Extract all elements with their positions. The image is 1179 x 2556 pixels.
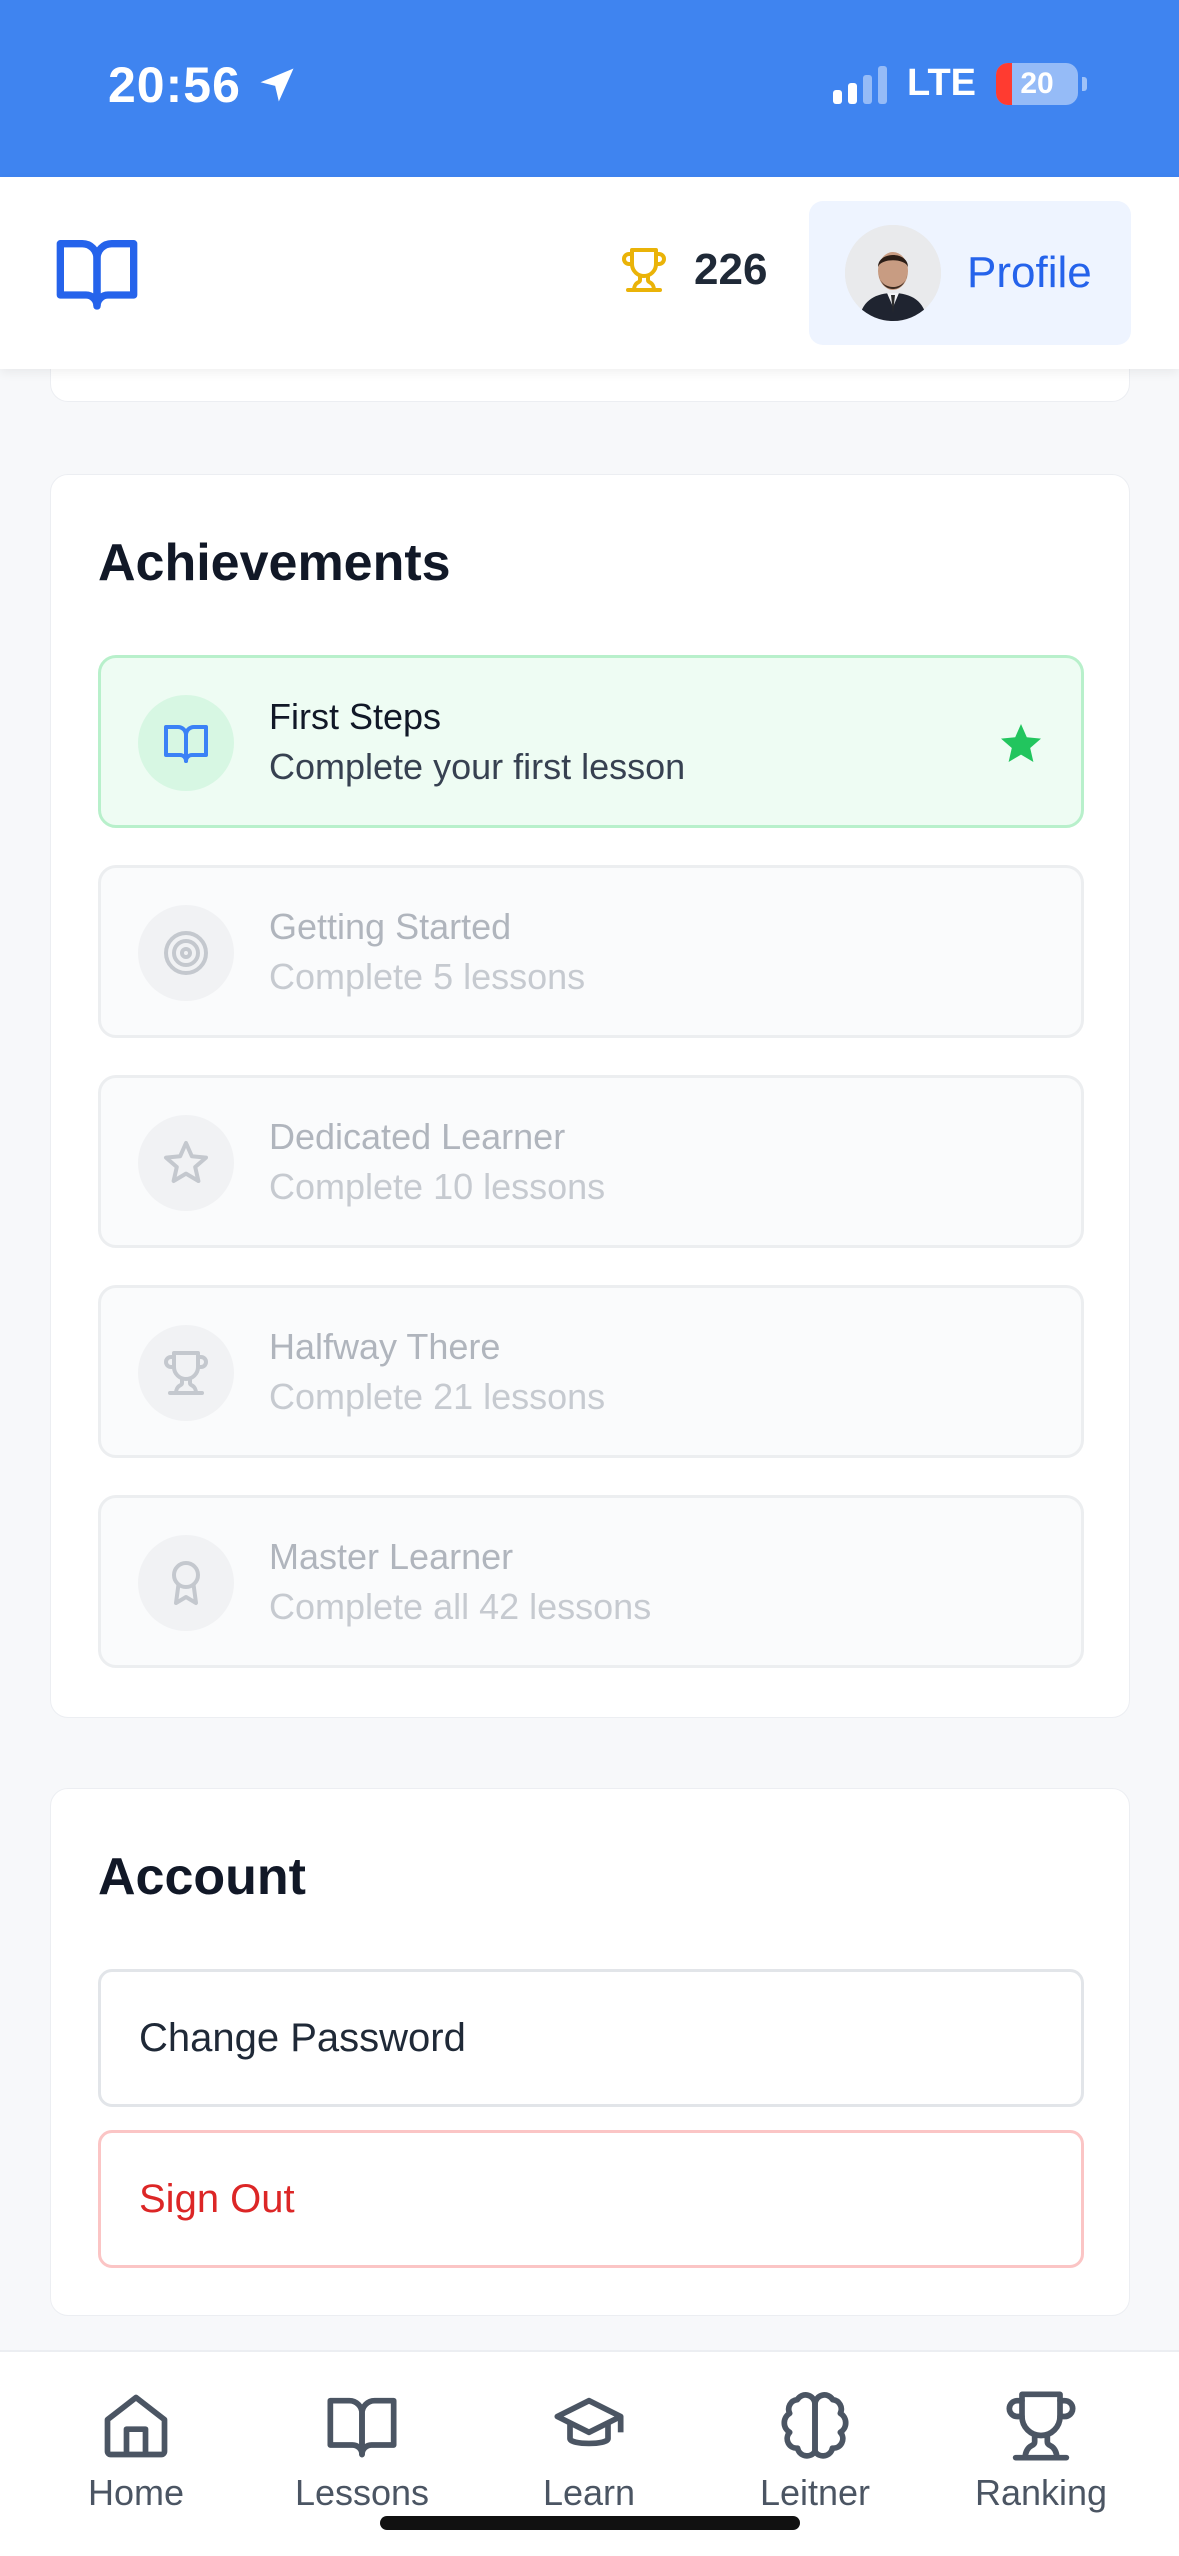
achievement-icon-badge — [138, 905, 234, 1001]
achievement-title: Dedicated Learner — [269, 1116, 566, 1157]
sign-out-button[interactable]: Sign Out — [98, 2130, 1084, 2268]
app-header: 226 Profile — [0, 177, 1179, 369]
signal-bars-icon — [833, 64, 888, 104]
achievement-item-first-steps: First Steps Complete your first lesson — [98, 655, 1084, 828]
achievement-description: Complete your first lesson — [269, 746, 686, 787]
achievement-title: Getting Started — [269, 906, 512, 947]
change-password-button[interactable]: Change Password — [98, 1969, 1084, 2107]
award-icon — [172, 1561, 200, 1605]
points-display: 226 — [620, 245, 767, 295]
star-filled-icon — [1001, 724, 1041, 762]
achievement-icon-badge — [138, 1115, 234, 1211]
achievement-icon-badge — [138, 1535, 234, 1631]
achievements-title: Achievements — [98, 534, 451, 592]
achievement-description: Complete all 42 lessons — [269, 1586, 652, 1627]
achievement-item-halfway-there: Halfway There Complete 21 lessons — [98, 1285, 1084, 1458]
profile-button[interactable]: Profile — [809, 201, 1131, 345]
trophy-icon — [622, 248, 666, 292]
account-title: Account — [98, 1848, 306, 1906]
star-icon — [164, 1141, 208, 1183]
brain-icon — [781, 2392, 849, 2459]
account-card: Account Change Password Sign Out — [50, 1788, 1130, 2316]
achievement-description: Complete 10 lessons — [269, 1166, 606, 1207]
avatar — [845, 225, 941, 321]
achievement-title: First Steps — [269, 696, 442, 737]
status-time: 20:56 — [108, 57, 241, 113]
trophy-icon — [1006, 2391, 1076, 2461]
achievement-description: Complete 5 lessons — [269, 956, 586, 997]
home-indicator[interactable] — [380, 2516, 800, 2530]
achievements-card: Achievements First Steps Complete your f… — [50, 474, 1130, 1718]
book-open-icon[interactable] — [50, 229, 144, 317]
battery-icon: 20 — [996, 62, 1078, 105]
points-value: 226 — [694, 245, 768, 294]
status-time-group: 20:56 — [108, 56, 299, 114]
nav-item-leitner[interactable]: Leitner — [715, 2388, 915, 2514]
achievement-item-master-learner: Master Learner Complete all 42 lessons — [98, 1495, 1084, 1668]
battery-percent: 20 — [1020, 66, 1054, 100]
status-indicators: LTE 20 — [833, 62, 1087, 105]
network-type: LTE — [907, 62, 976, 104]
nav-label: Home — [87, 2472, 185, 2513]
nav-label: Leitner — [759, 2472, 871, 2513]
achievement-icon-badge — [138, 695, 234, 791]
nav-item-learn[interactable]: Learn — [489, 2388, 689, 2514]
profile-label: Profile — [967, 248, 1092, 297]
achievement-icon-badge — [138, 1325, 234, 1421]
nav-label: Lessons — [294, 2472, 430, 2513]
achievement-description: Complete 21 lessons — [269, 1376, 606, 1417]
trophy-icon — [164, 1351, 208, 1395]
achievement-item-dedicated-learner: Dedicated Learner Complete 10 lessons — [98, 1075, 1084, 1248]
nav-item-home[interactable]: Home — [36, 2388, 236, 2514]
nav-label: Ranking — [974, 2472, 1108, 2513]
achievement-item-getting-started: Getting Started Complete 5 lessons — [98, 865, 1084, 1038]
nav-label: Learn — [542, 2472, 636, 2513]
status-bar: 20:56 LTE 20 — [0, 0, 1179, 177]
home-icon — [104, 2394, 168, 2458]
achievement-title: Master Learner — [269, 1536, 514, 1577]
nav-item-ranking[interactable]: Ranking — [941, 2388, 1141, 2514]
graduation-cap-icon — [554, 2397, 624, 2447]
location-arrow-icon — [260, 68, 294, 102]
achievement-title: Halfway There — [269, 1326, 501, 1367]
book-open-icon — [164, 725, 208, 763]
profile-screen: 20:56 LTE 20 226 Profile Achievements Fi… — [0, 0, 1179, 2556]
nav-item-lessons[interactable]: Lessons — [262, 2388, 462, 2514]
book-open-icon — [327, 2397, 397, 2458]
battery-nub — [1082, 76, 1087, 91]
target-icon — [164, 931, 208, 975]
